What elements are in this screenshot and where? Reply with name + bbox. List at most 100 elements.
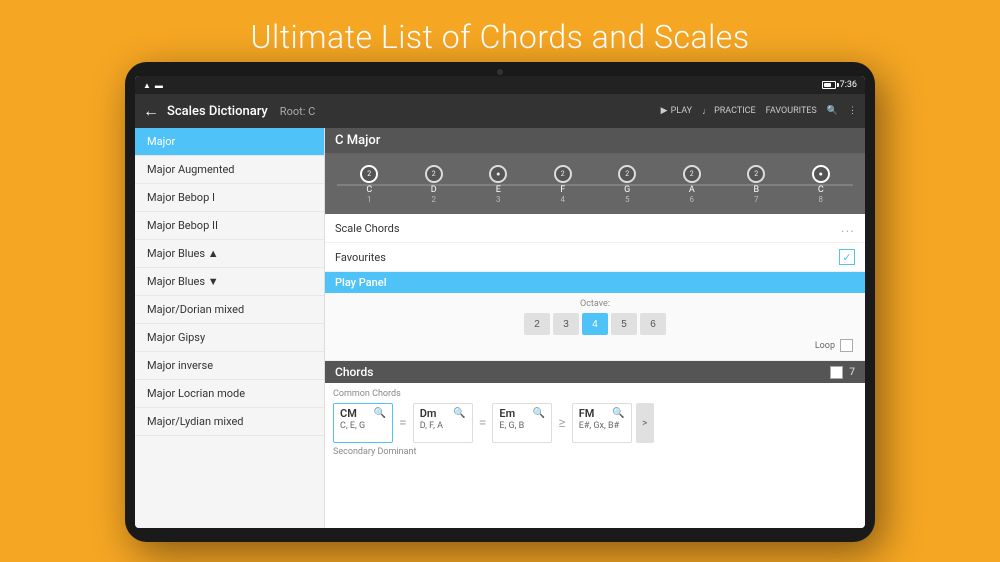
scale-item-major-lydian[interactable]: Major/Lydian mixed — [135, 408, 324, 436]
scale-diagram: 2 C 1 2 D 2 — [325, 153, 865, 214]
scale-item-major-augmented[interactable]: Major Augmented — [135, 156, 324, 184]
chord-dm-search[interactable]: 🔍 — [453, 408, 465, 419]
scale-item-major-blues-down[interactable]: Major Blues ▼ — [135, 268, 324, 296]
secondary-dominant-label: Secondary Dominant — [333, 447, 857, 457]
practice-icon: ♩ — [702, 106, 711, 117]
note-e: ● — [489, 165, 507, 183]
favourites-checkbox[interactable]: ✓ — [839, 249, 855, 265]
scale-chords-dots[interactable]: ... — [841, 220, 855, 236]
status-bar: ▲ ▬ 7:36 — [135, 76, 865, 94]
play-button[interactable]: ▶ PLAY — [661, 106, 692, 116]
back-button[interactable]: ← — [143, 101, 159, 121]
scale-item-major-inverse[interactable]: Major inverse — [135, 352, 324, 380]
play-panel-header: Play Panel — [325, 272, 865, 293]
note-f: 2 — [554, 165, 572, 183]
note-c-label: C — [366, 185, 372, 195]
chord-fm-name: FM 🔍 — [579, 407, 625, 420]
practice-label: PRACTICE — [714, 106, 756, 116]
battery-icon — [822, 81, 836, 89]
right-panel: C Major 2 C 1 — [325, 128, 865, 528]
note-g: 2 — [618, 165, 636, 183]
note-b-num: 7 — [754, 195, 759, 204]
scale-item-major-bebop-i[interactable]: Major Bebop I — [135, 184, 324, 212]
app-bar: ← Scales Dictionary Root: C ▶ PLAY ♩ PRA… — [135, 94, 865, 128]
status-left: ▲ ▬ — [143, 81, 163, 90]
chord-em-search[interactable]: 🔍 — [533, 408, 545, 419]
favourites-button[interactable]: FAVOURITES — [766, 106, 817, 116]
scale-item-major-locrian[interactable]: Major Locrian mode — [135, 380, 324, 408]
hero-text: Ultimate List of Chords and Scales — [0, 0, 1000, 56]
play-icon: ▶ — [661, 106, 668, 116]
camera-dot — [497, 69, 503, 75]
note-b-label: B — [753, 185, 759, 195]
status-right: 7:36 — [822, 80, 857, 90]
tablet-screen: ▲ ▬ 7:36 ← Scales Dictionary Root: C ▶ — [135, 76, 865, 528]
scale-item-major-gipsy[interactable]: Major Gipsy — [135, 324, 324, 352]
note-a: 2 — [683, 165, 701, 183]
note-e-num: 3 — [496, 195, 501, 204]
wifi-icon: ▬ — [155, 81, 163, 90]
note-a-num: 6 — [690, 195, 695, 204]
chord-card-em: Em 🔍 E, G, B — [492, 403, 552, 443]
favourites-label: FAVOURITES — [766, 106, 817, 116]
root-label: Root: C — [280, 105, 315, 118]
note-e-label: E — [496, 185, 501, 195]
loop-checkbox[interactable] — [840, 339, 853, 352]
search-icon: 🔍 — [827, 106, 838, 116]
scale-item-major[interactable]: Major — [135, 128, 324, 156]
battery-fill — [824, 83, 831, 87]
note-g-num: 5 — [625, 195, 630, 204]
tablet-body: ▲ ▬ 7:36 ← Scales Dictionary Root: C ▶ — [125, 62, 875, 542]
octave-btn-6[interactable]: 6 — [640, 313, 666, 335]
favourites-row: Favourites ✓ — [325, 243, 865, 272]
loop-label: Loop — [815, 341, 835, 351]
more-button[interactable]: ⋮ — [848, 106, 857, 116]
chord-cards: CM 🔍 C, E, G = Dm 🔍 — [333, 403, 857, 443]
octave-btn-2[interactable]: 2 — [524, 313, 550, 335]
note-c: 2 — [360, 165, 378, 183]
loop-row: Loop — [335, 339, 855, 352]
scale-item-major-dorian[interactable]: Major/Dorian mixed — [135, 296, 324, 324]
octave-btn-4[interactable]: 4 — [582, 313, 608, 335]
chord-em-name: Em 🔍 — [499, 407, 545, 420]
practice-button[interactable]: ♩ PRACTICE — [702, 106, 756, 117]
chord-card-cm: CM 🔍 C, E, G — [333, 403, 393, 443]
chord-card-dm: Dm 🔍 D, F, A — [413, 403, 473, 443]
note-f-num: 4 — [561, 195, 566, 204]
chord-fm-notes: E#, Gx, B# — [579, 421, 625, 431]
scale-chords-row: Scale Chords ... — [325, 214, 865, 243]
note-c2-label: C — [818, 185, 824, 195]
scale-chords-label: Scale Chords — [335, 222, 841, 235]
search-button[interactable]: 🔍 — [827, 106, 838, 116]
note-g-label: G — [624, 185, 630, 195]
app-title: Scales Dictionary — [167, 104, 268, 119]
octave-btn-5[interactable]: 5 — [611, 313, 637, 335]
chords-count: 7 — [849, 367, 855, 378]
octave-btn-3[interactable]: 3 — [553, 313, 579, 335]
chord-cm-name: CM 🔍 — [340, 407, 386, 420]
chord-sep-3: ≥ — [556, 415, 567, 431]
scale-item-major-bebop-ii[interactable]: Major Bebop II — [135, 212, 324, 240]
scale-display-header: C Major — [325, 128, 865, 153]
chord-sep-1: = — [397, 415, 409, 431]
common-chords-label: Common Chords — [333, 389, 857, 399]
scale-list: Major Major Augmented Major Bebop I Majo… — [135, 128, 325, 528]
chord-em-notes: E, G, B — [499, 421, 545, 431]
chord-dm-name: Dm 🔍 — [420, 407, 466, 420]
chords-checkbox[interactable] — [830, 366, 843, 379]
main-content: Major Major Augmented Major Bebop I Majo… — [135, 128, 865, 528]
chord-cm-notes: C, E, G — [340, 421, 386, 431]
chord-cm-search[interactable]: 🔍 — [374, 408, 386, 419]
app-bar-actions: ▶ PLAY ♩ PRACTICE FAVOURITES 🔍 ⋮ — [661, 106, 857, 117]
chord-sep-2: = — [477, 415, 489, 431]
chord-dm-notes: D, F, A — [420, 421, 466, 431]
note-a-label: A — [689, 185, 695, 195]
scale-item-major-blues-up[interactable]: Major Blues ▲ — [135, 240, 324, 268]
more-icon: ⋮ — [848, 106, 857, 116]
chords-body: Common Chords CM 🔍 C, E, G = — [325, 383, 865, 463]
chord-card-fm: FM 🔍 E#, Gx, B# — [572, 403, 632, 443]
time-display: 7:36 — [840, 80, 857, 90]
chord-fm-search[interactable]: 🔍 — [612, 408, 624, 419]
note-f-label: F — [560, 185, 565, 195]
chords-next-arrow[interactable]: > — [636, 403, 654, 443]
